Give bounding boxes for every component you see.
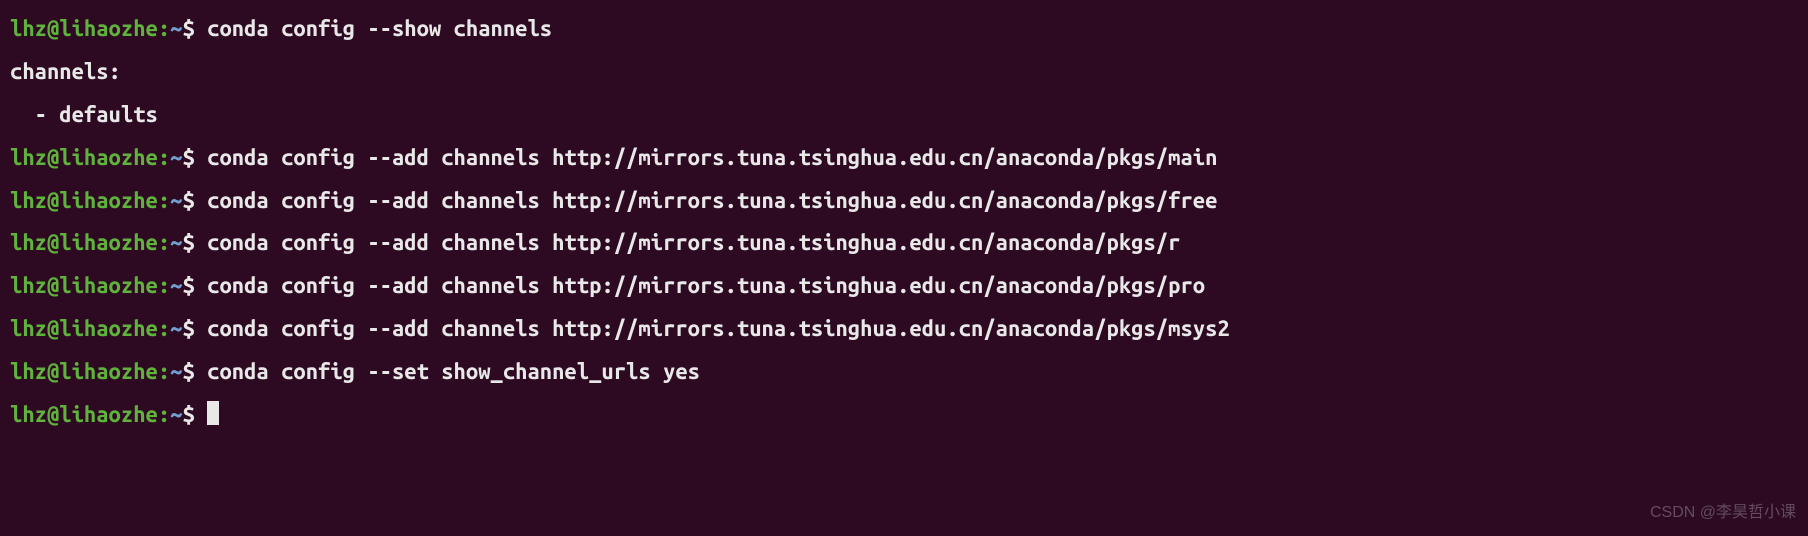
prompt-separator: : (158, 188, 170, 213)
prompt-user-host: lhz@lihaozhe (10, 359, 158, 384)
prompt-path: ~ (170, 188, 182, 213)
prompt-path: ~ (170, 16, 182, 41)
prompt-path: ~ (170, 359, 182, 384)
prompt-dollar: $ (183, 230, 195, 255)
prompt-separator: : (158, 273, 170, 298)
command-text: conda config --show channels (207, 16, 552, 41)
output-text: channels: (10, 59, 121, 84)
prompt-dollar: $ (183, 316, 195, 341)
terminal-output: channels: (10, 51, 1798, 94)
prompt-path: ~ (170, 316, 182, 341)
prompt-dollar: $ (183, 402, 195, 427)
prompt-separator: : (158, 145, 170, 170)
prompt-user-host: lhz@lihaozhe (10, 230, 158, 255)
terminal-line[interactable]: lhz@lihaozhe:~$ (10, 394, 1798, 437)
terminal-line[interactable]: lhz@lihaozhe:~$ conda config --add chann… (10, 137, 1798, 180)
command-text (195, 188, 207, 213)
command-text (195, 273, 207, 298)
prompt-user-host: lhz@lihaozhe (10, 273, 158, 298)
command-text: conda config --add channels http://mirro… (207, 188, 1217, 213)
command-text: conda config --add channels http://mirro… (207, 230, 1180, 255)
terminal-line[interactable]: lhz@lihaozhe:~$ conda config --add chann… (10, 308, 1798, 351)
prompt-path: ~ (170, 145, 182, 170)
command-text (195, 316, 207, 341)
prompt-separator: : (158, 359, 170, 384)
prompt-user-host: lhz@lihaozhe (10, 16, 158, 41)
prompt-separator: : (158, 402, 170, 427)
command-text: conda config --add channels http://mirro… (207, 316, 1230, 341)
command-text: conda config --set show_channel_urls yes (207, 359, 700, 384)
prompt-dollar: $ (183, 188, 195, 213)
prompt-path: ~ (170, 402, 182, 427)
terminal-output: - defaults (10, 94, 1798, 137)
prompt-separator: : (158, 230, 170, 255)
command-text (195, 230, 207, 255)
prompt-user-host: lhz@lihaozhe (10, 316, 158, 341)
command-text (195, 359, 207, 384)
cursor-icon (207, 401, 219, 425)
prompt-user-host: lhz@lihaozhe (10, 188, 158, 213)
prompt-user-host: lhz@lihaozhe (10, 145, 158, 170)
command-text: conda config --add channels http://mirro… (207, 145, 1217, 170)
terminal-line[interactable]: lhz@lihaozhe:~$ conda config --set show_… (10, 351, 1798, 394)
watermark-text: CSDN @李昊哲小课 (1650, 497, 1796, 528)
prompt-dollar: $ (183, 16, 195, 41)
terminal-line[interactable]: lhz@lihaozhe:~$ conda config --show chan… (10, 8, 1798, 51)
terminal-line[interactable]: lhz@lihaozhe:~$ conda config --add chann… (10, 265, 1798, 308)
command-text (195, 145, 207, 170)
prompt-user-host: lhz@lihaozhe (10, 402, 158, 427)
prompt-dollar: $ (183, 145, 195, 170)
prompt-dollar: $ (183, 359, 195, 384)
terminal-line[interactable]: lhz@lihaozhe:~$ conda config --add chann… (10, 222, 1798, 265)
prompt-separator: : (158, 316, 170, 341)
output-text: - defaults (10, 102, 158, 127)
prompt-path: ~ (170, 273, 182, 298)
command-text: conda config --add channels http://mirro… (207, 273, 1205, 298)
terminal-line[interactable]: lhz@lihaozhe:~$ conda config --add chann… (10, 180, 1798, 223)
command-text (195, 16, 207, 41)
command-text (195, 402, 207, 427)
prompt-path: ~ (170, 230, 182, 255)
prompt-dollar: $ (183, 273, 195, 298)
prompt-separator: : (158, 16, 170, 41)
